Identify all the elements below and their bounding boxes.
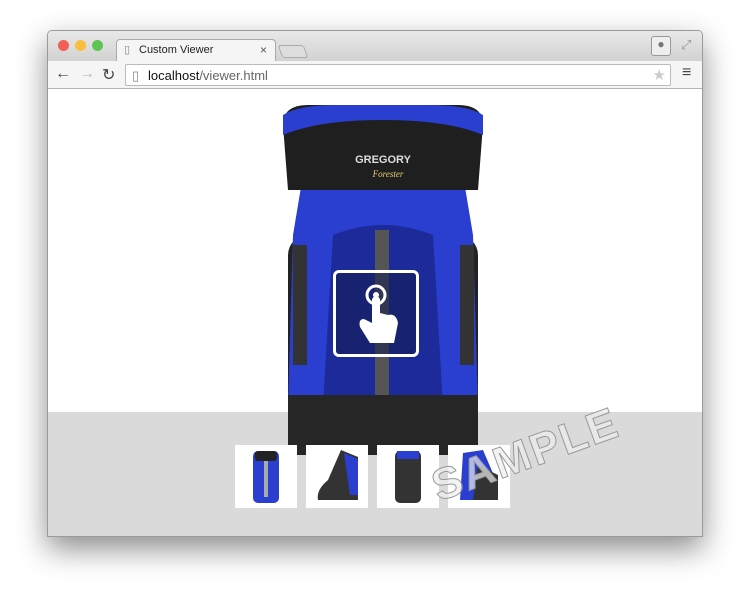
zoom-window-button[interactable] xyxy=(92,40,103,51)
url-path: /viewer.html xyxy=(199,68,268,83)
tab-custom-viewer[interactable]: ▯ Custom Viewer × xyxy=(116,39,276,61)
product-logo: GREGORY xyxy=(355,154,411,166)
close-window-button[interactable] xyxy=(58,40,69,51)
fullscreen-icon[interactable]: ⤢ xyxy=(681,37,691,53)
minimize-window-button[interactable] xyxy=(75,40,86,51)
back-arrow-icon[interactable]: ← xyxy=(55,65,71,83)
thumbnail-side-left[interactable] xyxy=(306,445,368,508)
profile-icon[interactable]: ● xyxy=(651,36,671,56)
page-icon: ▯ xyxy=(124,44,131,56)
url-host: localhost xyxy=(148,68,200,83)
new-tab-button[interactable] xyxy=(277,45,309,58)
address-bar[interactable]: ▯ localhost/viewer.html ★ xyxy=(125,64,671,86)
tab-title: Custom Viewer xyxy=(139,44,214,56)
tab-bar: ▯ Custom Viewer × ● ⤢ xyxy=(48,31,702,61)
forward-arrow-icon[interactable]: → xyxy=(79,65,95,83)
thumbnail-front[interactable] xyxy=(235,445,297,508)
thumbnail-back[interactable] xyxy=(377,445,439,508)
product-model: Forester xyxy=(372,169,404,179)
browser-window: ▯ Custom Viewer × ● ⤢ ← → ↻ ▯ localhost/… xyxy=(47,30,703,537)
toolbar: ← → ↻ ▯ localhost/viewer.html ★ ≡ xyxy=(48,61,702,89)
star-icon[interactable]: ★ xyxy=(653,66,666,84)
menu-icon[interactable]: ≡ xyxy=(682,64,691,82)
viewer-area[interactable]: GREGORY Forester SAMPLE xyxy=(48,90,702,536)
thumbnail-side-right[interactable] xyxy=(448,445,510,508)
tap-hand-icon[interactable] xyxy=(333,270,419,357)
reload-icon[interactable]: ↻ xyxy=(102,65,115,85)
tab-close-button[interactable]: × xyxy=(260,43,267,57)
page-icon: ▯ xyxy=(132,68,140,83)
